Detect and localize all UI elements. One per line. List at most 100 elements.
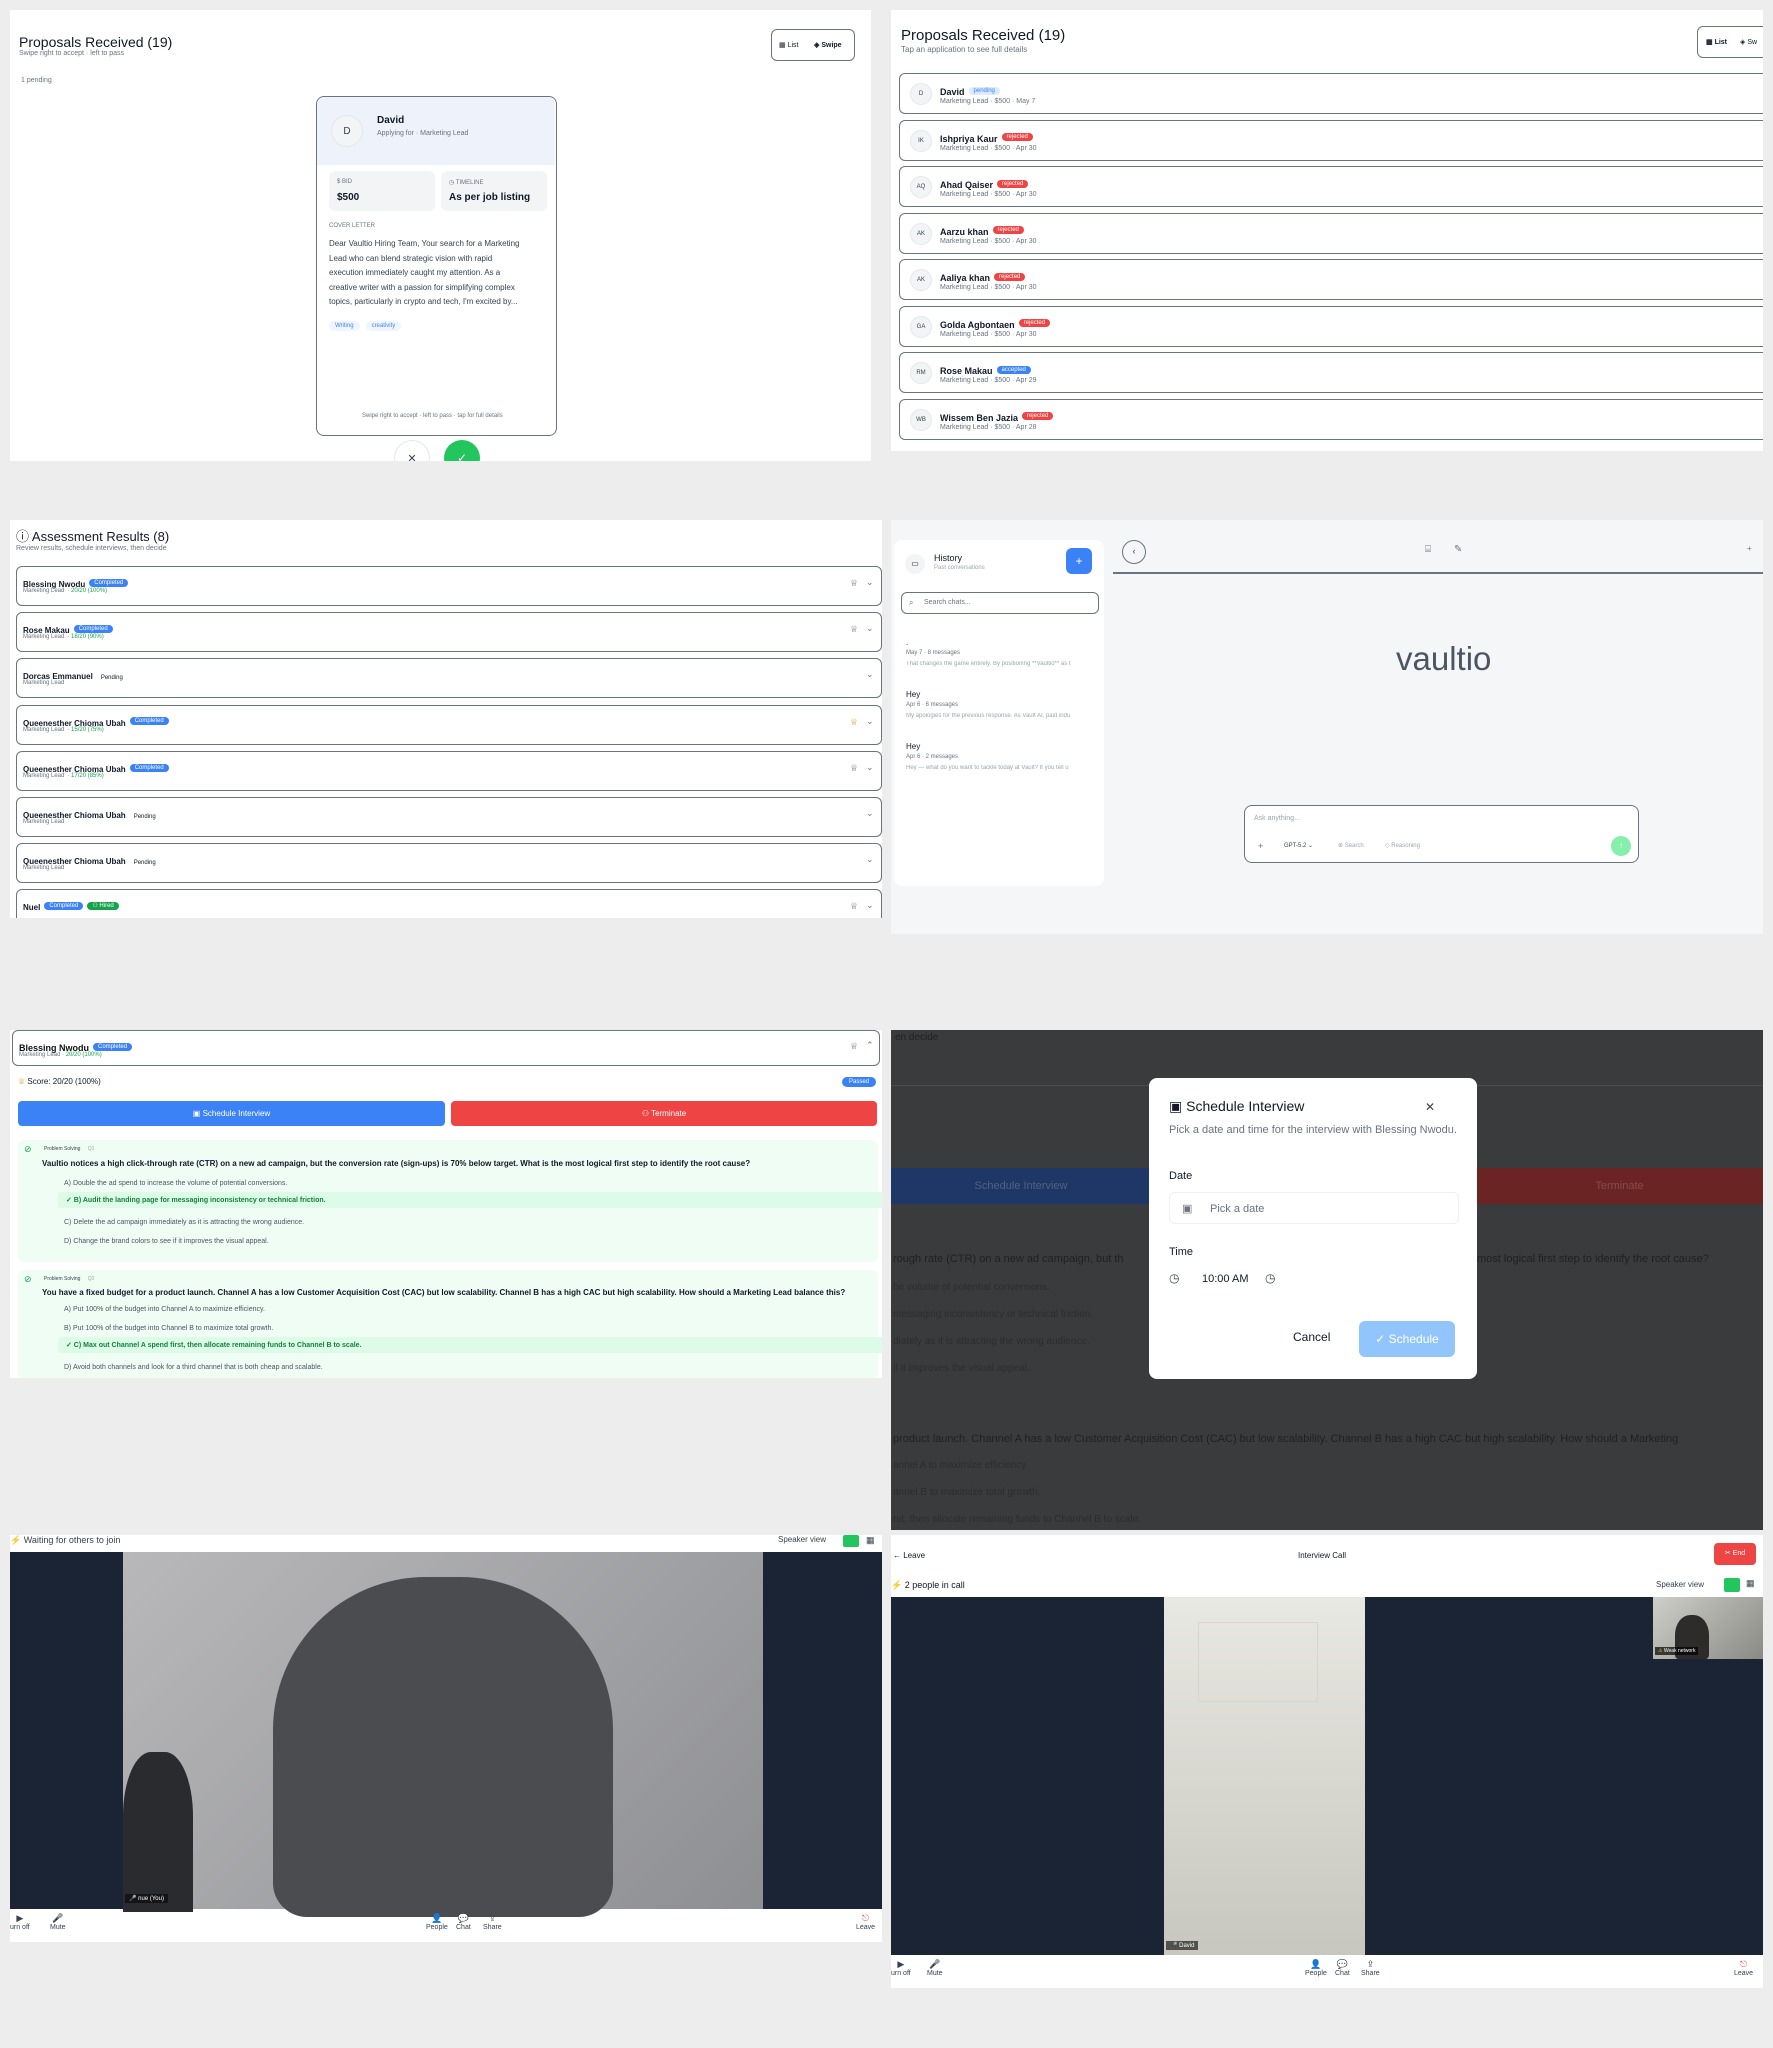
proposal-row[interactable]: D David pending Marketing Lead · $500 · May… [899,73,1763,114]
time-input[interactable]: 10:00 AM [1202,1273,1248,1285]
people-button[interactable]: 👤 People [1305,1959,1327,1977]
terminate-button[interactable]: ⚇ Terminate [451,1101,877,1126]
toggle-swipe-button[interactable]: ◈ Sw [1740,38,1757,46]
proposal-row[interactable]: AK Aaliya khan rejected Marketing Lead · $5… [899,259,1763,300]
self-thumbnail[interactable]: ⚠ Weak network [1653,1597,1763,1659]
toggle-list-button[interactable]: ▦ List [1706,38,1727,46]
new-chat-button[interactable]: + [1066,548,1092,574]
chat-button[interactable]: 💬 Chat [1335,1959,1350,1977]
pass-button[interactable]: ✕ [394,440,430,461]
chevron-down-icon[interactable]: ⌄ [866,716,874,727]
share-button[interactable]: ⇪ Share [483,1913,502,1931]
bg-text-line: annel B to maximize total growth. [893,1487,1041,1498]
chat-button[interactable]: 💬 Chat [456,1913,471,1931]
trophy-icon[interactable]: ♕ [850,578,858,589]
proposals-swipe-panel: Proposals Received (19) Swipe right to a… [10,10,871,461]
proposal-row[interactable]: IK Ishpriya Kaur rejected Marketing Lead · … [899,119,1763,161]
chevron-down-icon[interactable]: ⌄ [866,900,874,911]
status-badge: Completed [44,902,84,911]
candidate-role: Marketing Lead [23,865,64,871]
trophy-icon[interactable]: ♕ [850,1041,858,1052]
chevron-up-icon[interactable]: ⌃ [866,1040,874,1051]
camera-button[interactable]: ▶ urn off [10,1913,30,1931]
assessment-row[interactable]: Dorcas Emmanuel Pending Marketing Lead ⌄ [16,658,882,699]
model-selector[interactable]: GPT-5.2 ⌄ [1284,842,1313,849]
assessment-row[interactable]: Blessing Nwodu Completed Marketing Lead · 2… [16,566,882,606]
back-button[interactable]: ‹ [1122,540,1146,564]
attach-button[interactable]: + [1258,841,1263,851]
timeline-box: ◷ TIMELINE As per job listing [441,171,547,211]
cancel-button[interactable]: Cancel [1293,1330,1330,1344]
grid-view-icon[interactable]: ▦ [866,1535,875,1546]
candidate-role: Marketing Lead [23,819,64,825]
assessment-row[interactable]: Queenesther Chioma Ubah Completed Marketin… [16,750,882,791]
chevron-down-icon[interactable]: ⌄ [866,854,874,865]
mute-button[interactable]: 🎤 Mute [50,1913,66,1931]
chevron-down-icon[interactable]: ⌄ [866,577,874,588]
assessment-row[interactable]: Rose Makau Completed Marketing Lead · 18/20… [16,612,882,653]
chat-item-preview: That changes the game entirely. By posit… [906,661,1071,667]
proposal-row[interactable]: WB Wissem Ben Jazia rejected Marketing Lead… [899,398,1763,440]
score-text: · 17/20 (85%) [67,772,104,779]
camera-button[interactable]: ▶ urn off [891,1959,911,1977]
time-picker-icon[interactable]: ◷ [1265,1271,1275,1285]
toggle-list-button[interactable]: ▦ List [779,41,798,49]
send-button[interactable]: ↑ [1611,836,1631,856]
chat-history-item[interactable]: Hey Apr 6 · 6 messages My apologies for th… [906,690,1101,730]
chat-composer[interactable]: Ask anything... + GPT-5.2 ⌄ ⊕ Search ◇ R… [1244,805,1639,863]
grid-view-icon[interactable]: ▦ [1746,1578,1755,1589]
end-call-button[interactable]: ✂ End [1714,1543,1756,1565]
assessment-row[interactable]: Queenesther Chioma Ubah Completed Marketin… [16,704,882,745]
reasoning-chip[interactable]: ◇ Reasoning [1385,842,1420,849]
chevron-down-icon[interactable]: ⌄ [866,762,874,773]
pin-icon[interactable]: ✎ [1454,544,1462,555]
toggle-swipe-button[interactable]: ◈ Swipe [814,41,842,49]
speaker-view-button[interactable] [1724,1578,1740,1592]
chat-history-item[interactable]: Hey Apr 6 · 2 messages Hey — what do you w… [906,742,1101,782]
people-button[interactable]: 👤 People [426,1913,448,1931]
trophy-icon[interactable]: ♕ [850,763,858,774]
speaker-view-button[interactable] [843,1535,859,1547]
calendar-icon: ▣ [192,1109,201,1118]
search-chip[interactable]: ⊕ Search [1338,842,1364,849]
bg-terminate-button: Terminate [1476,1168,1763,1204]
search-chats-input[interactable]: ⌕ Search chats... [901,592,1099,614]
date-picker[interactable]: ▣ Pick a date [1169,1192,1459,1224]
share-button[interactable]: ⇪ Share [1361,1959,1380,1977]
leave-link[interactable]: ← Leave [893,1551,925,1560]
candidate-role: Marketing Lead [23,680,64,686]
chevron-down-icon[interactable]: ⌄ [866,808,874,819]
chat-item-title: Hey [906,742,921,751]
leave-button[interactable]: ⎋ Leave [856,1913,875,1931]
leave-button[interactable]: ⎋ Leave [1734,1959,1753,1977]
trophy-icon[interactable]: ♕ [850,717,858,728]
people-count: ⚡ 2 people in call [891,1580,965,1590]
silhouette [273,1577,613,1917]
leave-label: Leave [856,1924,876,1931]
folder-icon[interactable]: ⌸ [1425,544,1431,555]
proposal-row[interactable]: AK Aarzu khan rejected Marketing Lead · $50… [899,212,1763,254]
chevron-down-icon[interactable]: ⌄ [866,623,874,634]
proposal-row[interactable]: RM Rose Makau accepted Marketing Lead · $50… [899,352,1763,393]
date-placeholder: Pick a date [1210,1203,1265,1215]
close-icon[interactable]: ✕ [1425,1100,1435,1114]
share-label: Share [1361,1970,1380,1977]
schedule-interview-button[interactable]: ▣ Schedule Interview [18,1101,445,1126]
trophy-icon[interactable]: ♕ [850,901,858,912]
chat-history-item[interactable]: . May 7 · 8 messages That changes the game… [906,638,1101,678]
chevron-down-icon[interactable]: ⌄ [866,669,874,680]
proposal-card[interactable]: D David Applying for · Marketing Lead $ … [316,96,557,436]
trophy-icon[interactable]: ♕ [850,624,858,635]
mute-button[interactable]: 🎤 Mute [927,1959,943,1977]
status-badge: rejected [1021,412,1054,421]
proposal-row[interactable]: GA Golda Agbontaen rejected Marketing Lead … [899,305,1763,347]
assessment-row[interactable]: Nuel Completed ⚇ Hired ♕ ⌄ [16,889,882,918]
more-icon[interactable]: + [1747,544,1752,553]
schedule-button[interactable]: ✓ Schedule [1359,1321,1455,1357]
detail-card: Blessing Nwodu Completed Marketing Lead ·… [12,1030,880,1066]
proposal-row[interactable]: AQ Ahad Qaiser rejected Marketing Lead · $5… [899,166,1763,207]
accept-button[interactable]: ✓ [444,440,480,461]
assessment-row[interactable]: Queenesther Chioma Ubah Pending Marketing … [16,797,882,837]
assessment-row[interactable]: Queenesther Chioma Ubah Pending Marketing … [16,843,882,884]
applicant-meta: Marketing Lead · $500 · Apr 30 [940,191,1037,198]
